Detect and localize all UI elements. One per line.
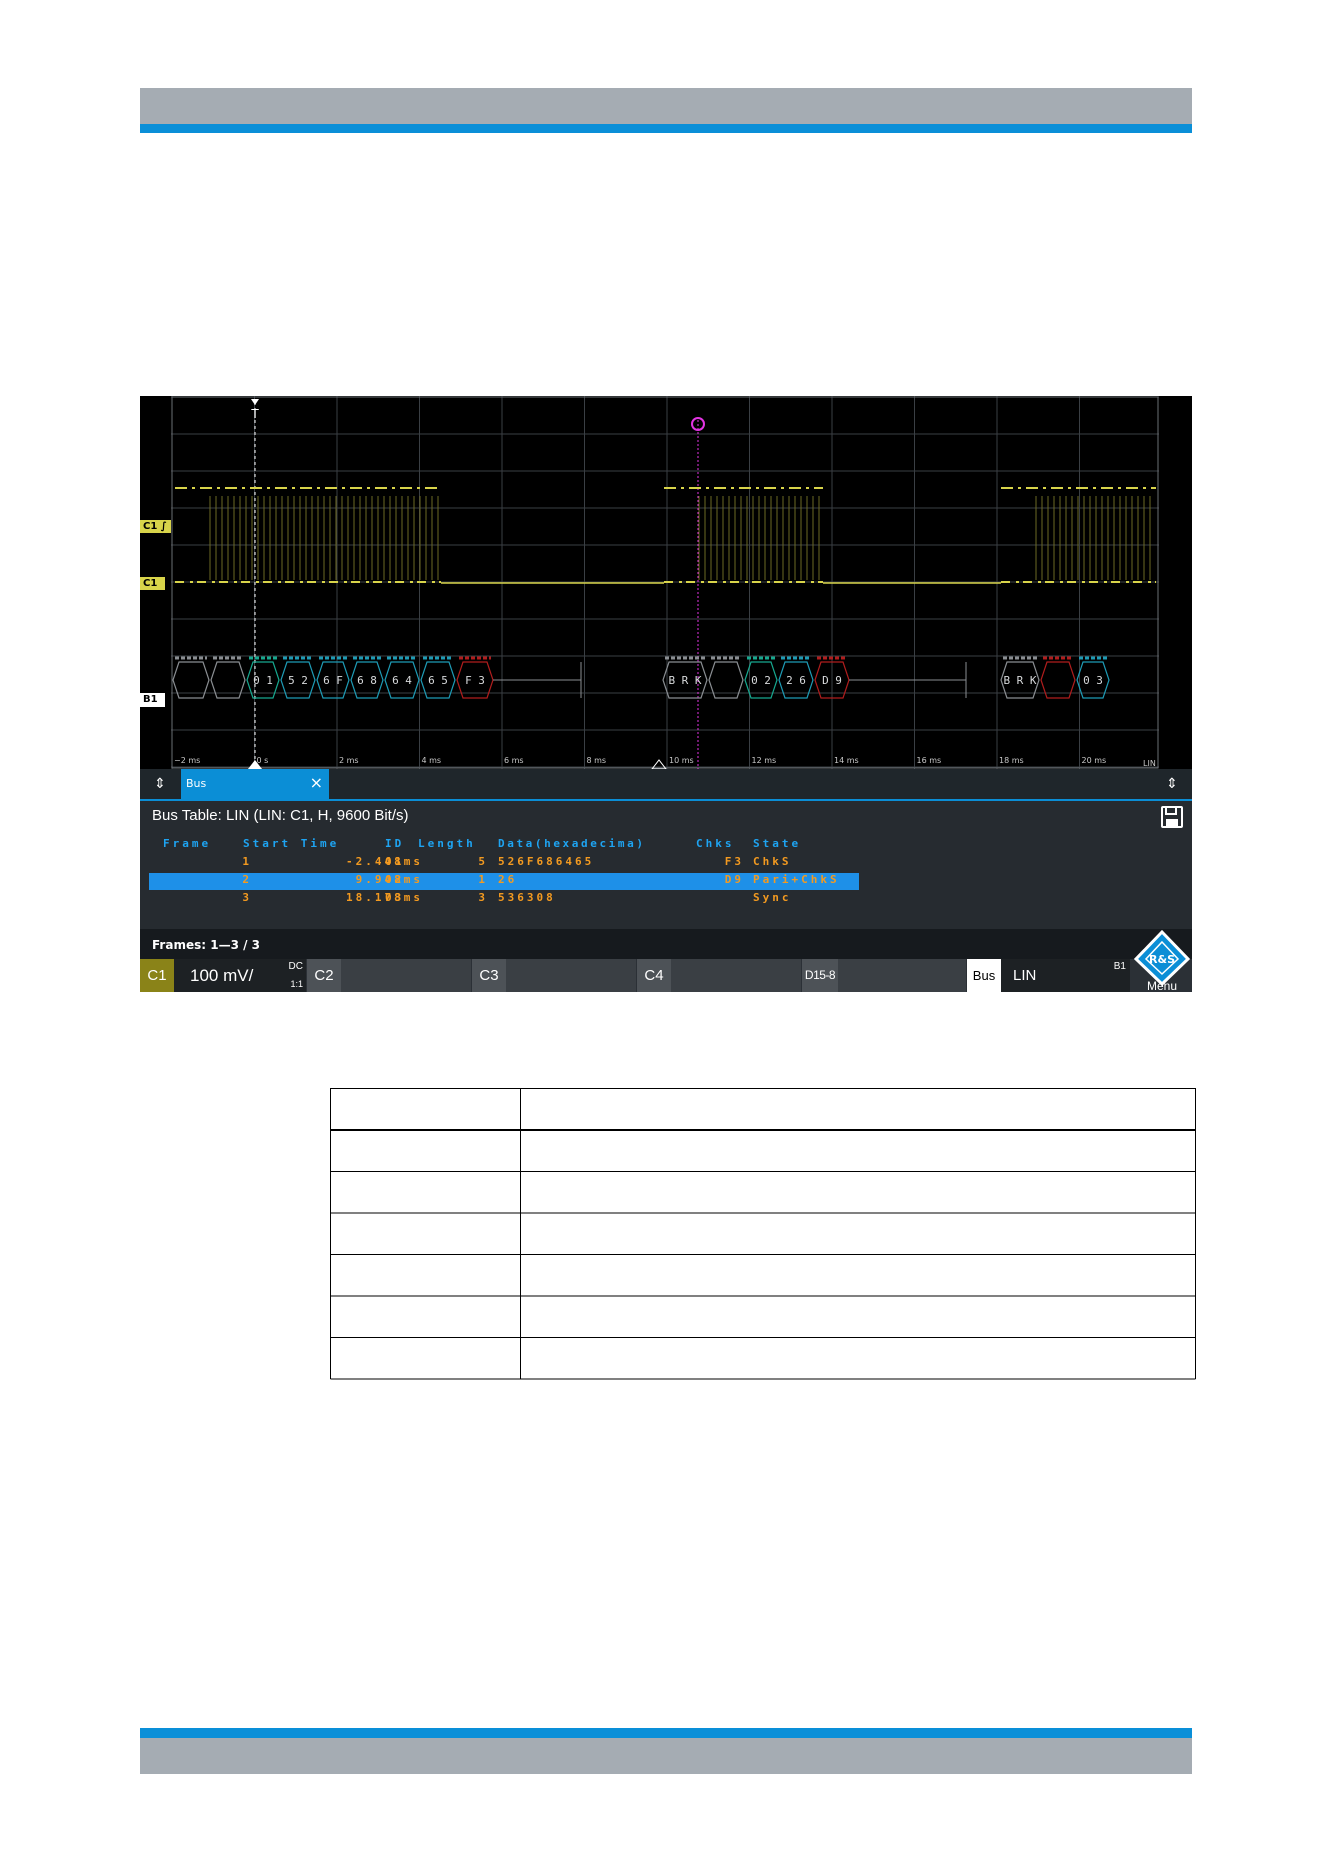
bus-name: Bus bbox=[967, 959, 1001, 992]
channel-tab-bus[interactable]: Bus LIN B1 bbox=[967, 959, 1130, 992]
decode-frame-label: 5 2 bbox=[288, 674, 308, 687]
channel-label-c1[interactable]: C1 bbox=[140, 577, 165, 590]
channel-tab-digital[interactable]: D15-8 bbox=[802, 959, 966, 992]
c1-name: C1 bbox=[140, 959, 174, 992]
time-tick-label: −2 ms bbox=[174, 756, 200, 765]
bus-label-b1[interactable]: B1 bbox=[140, 693, 165, 707]
bus-protocol: LIN bbox=[1013, 967, 1037, 984]
decode-frame-label: 6 8 bbox=[357, 674, 377, 687]
time-tick-label: 18 ms bbox=[999, 756, 1024, 765]
collapse-up-down-icon[interactable]: ⇕ bbox=[150, 774, 170, 794]
menu-button[interactable]: R&S Menu bbox=[1132, 929, 1192, 992]
time-tick-label: 0 s bbox=[257, 756, 269, 765]
time-tick-label: 10 ms bbox=[669, 756, 694, 765]
digital-name: D15-8 bbox=[802, 959, 838, 992]
bus-table: Bus Table: LIN (LIN: C1, H, 9600 Bit/s) … bbox=[140, 801, 1192, 929]
cell-chks: F3 bbox=[724, 855, 744, 868]
corner-label: LIN bbox=[1143, 759, 1156, 768]
col-header-chks: Chks bbox=[696, 837, 735, 850]
col-header-state: State bbox=[753, 837, 802, 850]
footer-bar bbox=[140, 1738, 1192, 1774]
time-tick-label: 6 ms bbox=[504, 756, 524, 765]
time-tick-label: 2 ms bbox=[339, 756, 359, 765]
channel-tab-c2[interactable]: C2 bbox=[307, 959, 471, 992]
cell-length: 3 bbox=[478, 891, 488, 904]
bus-table-title: Bus Table: LIN (LIN: C1, H, 9600 Bit/s) bbox=[152, 807, 409, 824]
footer-accent-line bbox=[140, 1728, 1192, 1738]
parameter-table bbox=[330, 1088, 1196, 1380]
result-tab-bar: ⇕ Bus × ⇕ bbox=[140, 769, 1192, 799]
cell-chks: D9 bbox=[724, 873, 744, 886]
decode-frame-label: 2 6 bbox=[786, 674, 806, 687]
time-tick-label: 20 ms bbox=[1082, 756, 1107, 765]
frames-count: Frames: 1—3 / 3 bbox=[152, 938, 261, 952]
decode-frame-label: D 9 bbox=[822, 674, 842, 687]
expand-up-down-icon[interactable]: ⇕ bbox=[1162, 774, 1182, 794]
header-accent-line bbox=[140, 124, 1192, 133]
time-tick-label: 4 ms bbox=[422, 756, 442, 765]
right-margin bbox=[1161, 396, 1192, 769]
trigger-marker: T bbox=[250, 407, 259, 421]
channel-bar: C1 100 mV/ DC 1:1 C2 C3 C4 D15-8 Bus LIN… bbox=[140, 929, 1192, 992]
channel-tab-c3[interactable]: C3 bbox=[472, 959, 636, 992]
tab-bus[interactable]: Bus × bbox=[181, 769, 329, 799]
cell-state: ChkS bbox=[753, 855, 792, 868]
header-bar bbox=[140, 88, 1192, 124]
time-tick-label: 14 ms bbox=[834, 756, 859, 765]
waveform-plot: T 0 1 5 2 6 F 6 8 6 4 6 5 F 3 B R K 0 2 2 6 D 9 B R… bbox=[171, 396, 1159, 769]
cell-data: 26 bbox=[498, 873, 518, 886]
col-header-id: ID bbox=[385, 837, 405, 850]
decode-frame-label: 0 2 bbox=[751, 674, 771, 687]
bus-id: B1 bbox=[1113, 961, 1126, 972]
c3-name: C3 bbox=[472, 959, 506, 992]
rs-logo-text: R&S bbox=[1149, 953, 1175, 966]
channel-label-c1-integral[interactable]: C1 ∫ bbox=[140, 520, 171, 533]
close-icon[interactable]: × bbox=[310, 773, 323, 792]
c2-name: C2 bbox=[307, 959, 341, 992]
cell-length: 1 bbox=[478, 873, 488, 886]
time-tick-label: 12 ms bbox=[752, 756, 777, 765]
time-tick-label: 16 ms bbox=[917, 756, 942, 765]
time-tick-label: 8 ms bbox=[587, 756, 607, 765]
c4-name: C4 bbox=[637, 959, 671, 992]
decode-frame-label: B R K bbox=[668, 674, 701, 687]
decode-frame-label: 6 5 bbox=[428, 674, 448, 687]
decode-frame-label: 0 1 bbox=[253, 674, 273, 687]
channel-tab-c4[interactable]: C4 bbox=[637, 959, 801, 992]
rs-logo-icon: R&S Menu bbox=[1133, 929, 1191, 992]
menu-label: Menu bbox=[1147, 979, 1177, 992]
decode-frame-label: F 3 bbox=[465, 674, 485, 687]
decode-frame-label: B R K bbox=[1003, 674, 1036, 687]
col-header-length: Length bbox=[418, 837, 476, 850]
c1-scale: 100 mV/ bbox=[190, 966, 254, 985]
col-header-frame: Frame bbox=[163, 837, 212, 850]
decode-frame-label: 0 3 bbox=[1083, 674, 1103, 687]
decode-frame-label: 6 F bbox=[323, 674, 343, 687]
c1-ratio: 1:1 bbox=[290, 979, 303, 989]
c1-coupling: DC bbox=[288, 961, 303, 972]
col-header-data: Data(hexadecima) bbox=[498, 837, 646, 850]
tab-bus-label: Bus bbox=[186, 777, 207, 790]
frames-bar: Frames: 1—3 / 3 bbox=[140, 929, 1192, 959]
save-icon[interactable] bbox=[1160, 805, 1184, 829]
channel-tab-c1[interactable]: C1 100 mV/ DC 1:1 bbox=[140, 959, 306, 992]
cell-state: Pari+ChkS bbox=[753, 873, 840, 886]
cell-state: Sync bbox=[753, 891, 792, 904]
oscilloscope-screenshot: T 0 1 5 2 6 F 6 8 6 4 6 5 F 3 B R K 0 2 2 6 D 9 B R… bbox=[140, 396, 1192, 992]
cell-length: 5 bbox=[478, 855, 488, 868]
cell-data: 536308 bbox=[498, 891, 556, 904]
decode-frame-label: 6 4 bbox=[392, 674, 412, 687]
col-header-start-time: Start Time bbox=[243, 837, 340, 850]
